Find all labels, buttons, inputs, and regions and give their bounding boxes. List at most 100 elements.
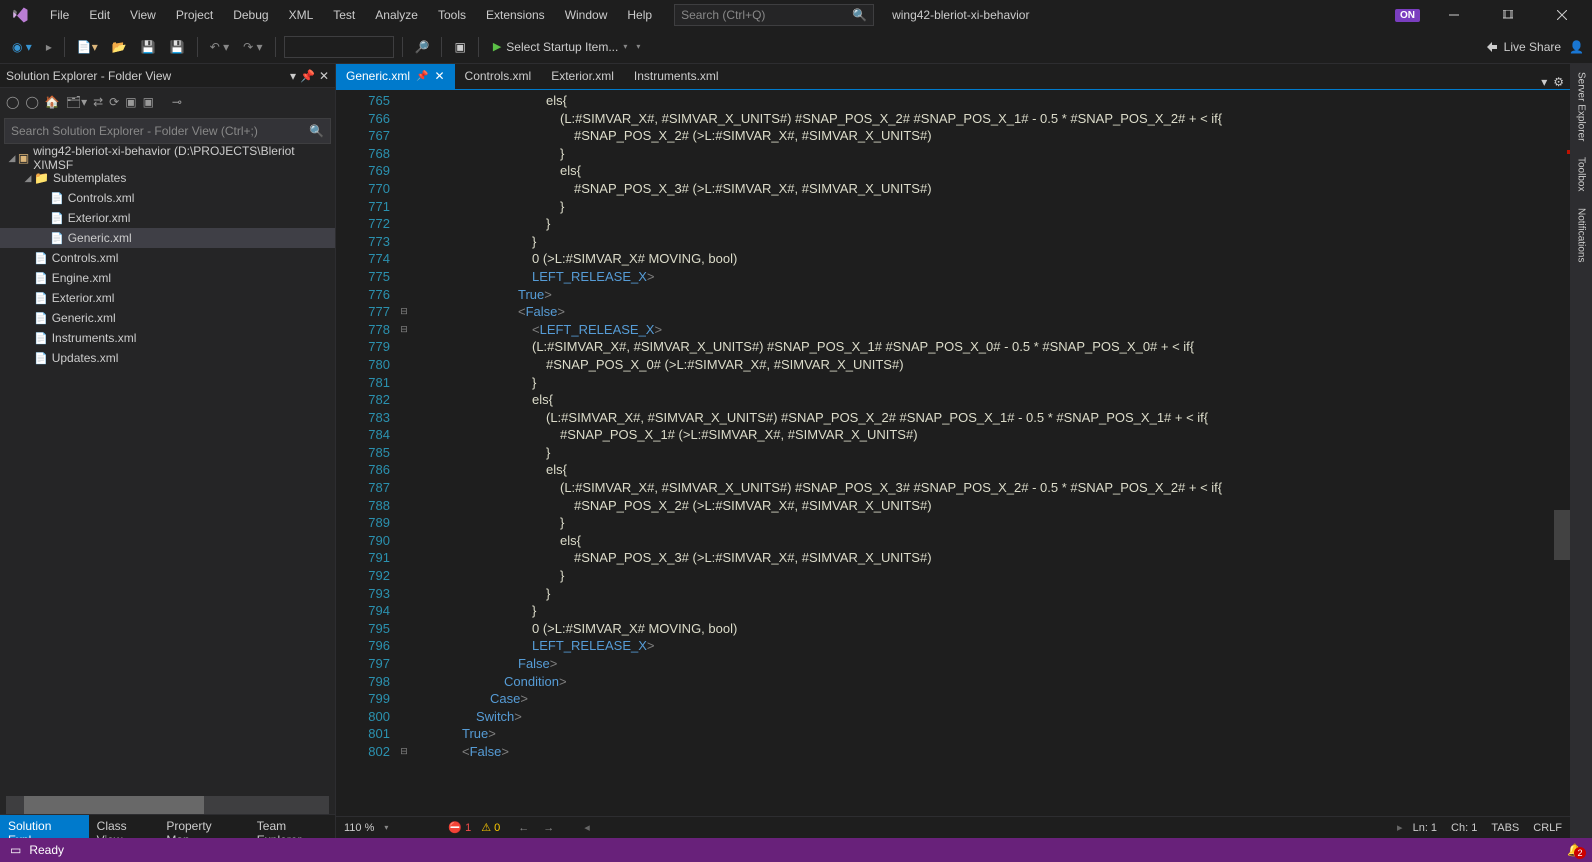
open-button[interactable]: 📂 [108,37,131,57]
menu-test[interactable]: Test [323,3,365,27]
tree-item[interactable]: 📄Instruments.xml [0,328,335,348]
maximize-button[interactable] [1488,0,1528,30]
tree-item[interactable]: 📄Exterior.xml [0,208,335,228]
menu-view[interactable]: View [120,3,166,27]
refresh-icon[interactable]: ⟳ [109,95,119,109]
tab-instruments-xml[interactable]: Instruments.xml [624,64,729,89]
nav-back-dropdown[interactable]: ◉ ▾ [8,37,36,57]
tree-item[interactable]: 📄Generic.xml [0,228,335,248]
show-all-icon[interactable]: ▣ [143,95,154,109]
nav-forward-button[interactable]: ▸ [42,37,56,57]
search-icon: 🔍 [309,124,324,138]
error-count[interactable]: ⛔ 1 [448,821,471,834]
pin-icon[interactable]: 📌 [300,69,315,83]
editor-statusbar: 110 % ▾ ⛔ 1 ⚠ 0 ← → ◂ ▸ Ln: 1 Ch: 1 TABS… [336,816,1570,838]
sync-icon[interactable]: ⇄ [93,95,103,109]
tab-exterior-xml[interactable]: Exterior.xml [541,64,624,89]
nav-next-icon[interactable]: → [543,822,554,834]
solution-tree[interactable]: ◢▣wing42-bleriot-xi-behavior (D:\PROJECT… [0,146,335,794]
panel-dropdown-icon[interactable]: ▾ [290,69,296,83]
tree-label: Controls.xml [68,191,135,205]
tab-label: Controls.xml [465,69,532,83]
menu-analyze[interactable]: Analyze [365,3,428,27]
tree-label: Exterior.xml [68,211,131,225]
file-icon: 📄 [50,192,64,205]
main-menu: FileEditViewProjectDebugXMLTestAnalyzeTo… [40,3,662,27]
save-all-button[interactable]: 💾 [166,37,189,57]
line-ending[interactable]: CRLF [1533,822,1562,834]
save-button[interactable]: 💾 [137,37,160,57]
tree-item[interactable]: 📄Engine.xml [0,268,335,288]
h-scroll-right-icon[interactable]: ▸ [1397,821,1403,834]
tree-item[interactable]: 📄Generic.xml [0,308,335,328]
sidebar-tab-toolbox[interactable]: Toolbox [1574,149,1589,199]
cursor-col: Ch: 1 [1451,822,1477,834]
tool-button[interactable]: ▣ [450,37,469,57]
close-icon[interactable]: ✕ [319,69,329,83]
close-button[interactable] [1542,0,1582,30]
redo-button[interactable]: ↷ ▾ [239,37,266,57]
back-icon[interactable]: ◯ [6,95,19,109]
panel-tab[interactable]: Class View [89,815,159,838]
home-icon[interactable]: 🏠 [45,95,60,109]
account-badge[interactable]: ON [1395,9,1420,22]
pin-icon[interactable]: 📌 [416,71,428,82]
minimize-button[interactable] [1434,0,1474,30]
tree-item[interactable]: 📄Updates.xml [0,348,335,368]
switch-views-icon[interactable]: 🗂▾ [66,95,87,109]
config-dropdown[interactable] [284,36,394,58]
search-input[interactable]: Search (Ctrl+Q) 🔍 [674,4,874,26]
menu-debug[interactable]: Debug [223,3,278,27]
new-item-button[interactable]: 📄▾ [73,37,102,57]
tree-label: wing42-bleriot-xi-behavior (D:\PROJECTS\… [33,146,335,172]
code-content[interactable]: els{(L:#SIMVAR_X#, #SIMVAR_X_UNITS#) #SN… [410,90,1554,816]
tab-controls-xml[interactable]: Controls.xml [455,64,542,89]
tree-label: Generic.xml [52,311,116,325]
sidebar-tab-notifications[interactable]: Notifications [1574,200,1589,270]
expand-icon[interactable]: ◢ [22,173,34,184]
close-icon[interactable]: ✕ [434,69,444,83]
indent-mode[interactable]: TABS [1491,822,1519,834]
tabs-options-icon[interactable]: ⚙ [1553,75,1564,89]
menu-edit[interactable]: Edit [79,3,120,27]
menu-help[interactable]: Help [617,3,662,27]
fold-gutter[interactable]: ⊟⊟⊟ [398,90,410,816]
collapse-icon[interactable]: ▣ [125,95,136,109]
attach-button[interactable]: 🔎 [411,37,434,57]
expand-icon[interactable]: ◢ [6,153,18,164]
account-icon[interactable]: 👤 [1569,40,1584,54]
vertical-scrollbar[interactable] [1554,90,1570,816]
sidebar-tab-server-explorer[interactable]: Server Explorer [1574,64,1589,149]
menu-tools[interactable]: Tools [428,3,476,27]
code-editor[interactable]: 7657667677687697707717727737747757767777… [336,90,1570,816]
tree-label: Subtemplates [53,171,126,185]
tree-item[interactable]: ◢▣wing42-bleriot-xi-behavior (D:\PROJECT… [0,148,335,168]
menu-xml[interactable]: XML [279,3,324,27]
zoom-level[interactable]: 110 % [344,822,374,834]
warning-count[interactable]: ⚠ 0 [481,821,500,834]
panel-tab[interactable]: Solution Expl... [0,815,89,838]
toggle-icon[interactable]: ⊸ [172,95,182,109]
menu-window[interactable]: Window [555,3,618,27]
tree-item[interactable]: 📄Exterior.xml [0,288,335,308]
menu-extensions[interactable]: Extensions [476,3,555,27]
nav-prev-icon[interactable]: ← [518,822,529,834]
h-scroll-left-icon[interactable]: ◂ [584,821,590,834]
menu-project[interactable]: Project [166,3,223,27]
start-button[interactable]: ▶ Select Startup Item... ▾ ▾ [487,38,647,56]
undo-button[interactable]: ↶ ▾ [206,37,233,57]
panel-tab[interactable]: Property Man... [158,815,248,838]
forward-icon[interactable]: ◯ [25,95,38,109]
file-icon: 📄 [34,292,48,305]
tree-item[interactable]: 📄Controls.xml [0,248,335,268]
panel-tab[interactable]: Team Explorer [249,815,335,838]
horizontal-scrollbar[interactable] [6,796,329,814]
tabs-dropdown-icon[interactable]: ▾ [1541,75,1547,89]
solution-search-input[interactable]: Search Solution Explorer - Folder View (… [4,118,331,144]
tab-generic-xml[interactable]: Generic.xml📌✕ [336,64,455,89]
notification-bell[interactable]: 🔔2 [1567,843,1582,857]
tree-item[interactable]: 📄 Controls.xml [0,188,335,208]
tree-label: Engine.xml [52,271,111,285]
menu-file[interactable]: File [40,3,79,27]
liveshare-button[interactable]: Live Share [1485,40,1561,54]
